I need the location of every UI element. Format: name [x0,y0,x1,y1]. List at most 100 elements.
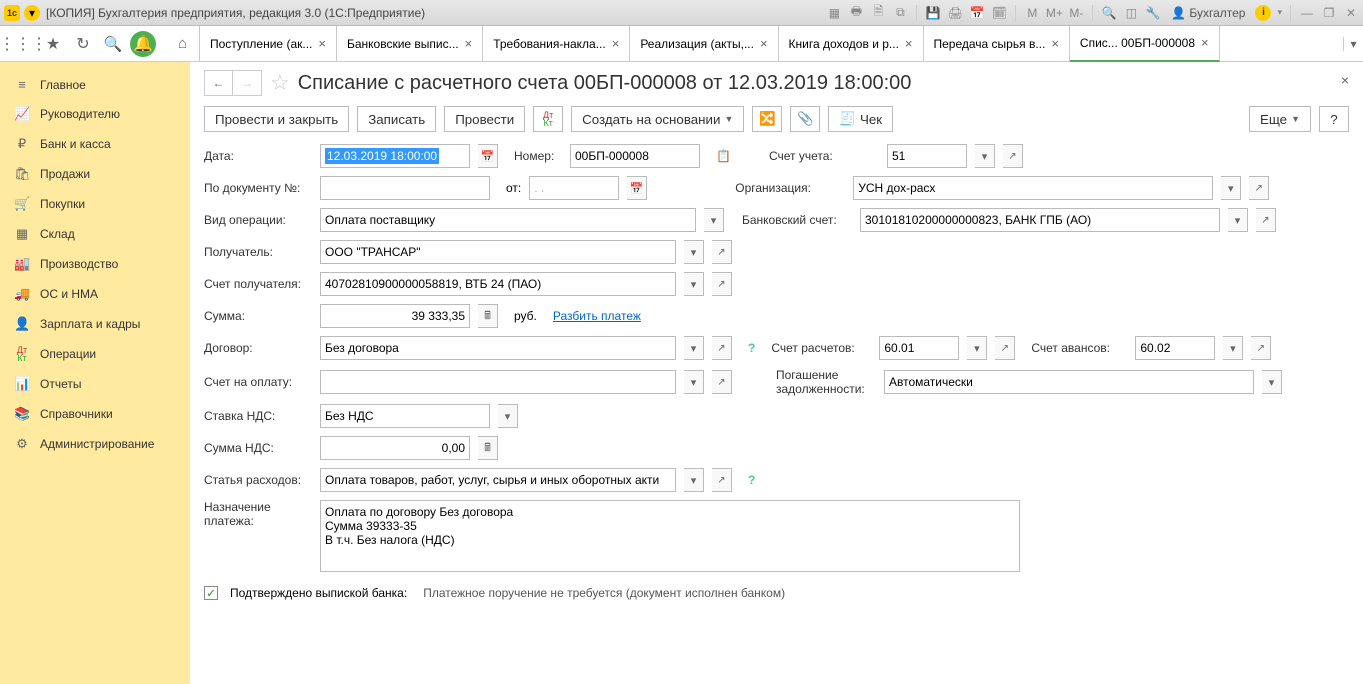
save-disk-icon[interactable]: 💾 [925,5,941,21]
open-icon[interactable]: ↗ [712,336,732,360]
close-window-icon[interactable]: ✕ [1343,5,1359,21]
close-tab-icon[interactable]: × [318,36,326,51]
sidebar-item-bank[interactable]: ₽Банк и касса [0,129,190,159]
sidebar-item-salary[interactable]: 👤Зарплата и кадры [0,309,190,339]
tab-2[interactable]: Требования-накла...× [483,26,630,62]
mplus-icon[interactable]: M+ [1046,5,1062,21]
help-icon[interactable]: ? [748,341,755,355]
tab-5[interactable]: Передача сырья в...× [924,26,1070,62]
open-icon[interactable]: ↗ [1251,336,1271,360]
close-tab-icon[interactable]: × [612,36,620,51]
dropdown-icon[interactable]: ▾ [704,208,724,232]
close-tab-icon[interactable]: × [1051,36,1059,51]
sidebar-item-sales[interactable]: 🛍Продажи [0,159,190,189]
help-button[interactable]: ? [1319,106,1349,132]
tab-6[interactable]: Спис... 00БП-000008× [1070,26,1220,62]
back-button[interactable]: ← [205,71,233,95]
sum-input[interactable] [320,304,470,328]
star-icon[interactable]: ☆ [270,70,290,96]
open-icon[interactable]: ↗ [1003,144,1023,168]
sidebar-item-assets[interactable]: 🚚ОС и НМА [0,279,190,309]
search-icon[interactable]: 🔍 [98,29,128,59]
tab-4[interactable]: Книга доходов и р...× [779,26,924,62]
vatsum-input[interactable] [320,436,470,460]
org-input[interactable] [853,176,1213,200]
panel-icon[interactable]: ◫ [1123,5,1139,21]
doc-icon[interactable]: 🗎 [870,5,886,21]
notifications-icon[interactable]: 🔔 [128,29,158,59]
dropdown-icon[interactable]: ▾ [684,240,704,264]
help-icon[interactable]: ? [748,473,755,487]
print2-icon[interactable]: 🖨 [947,5,963,21]
vatrate-input[interactable] [320,404,490,428]
apps-grid-icon[interactable]: ⋮⋮⋮ [8,29,38,59]
tool-icon[interactable]: 🔧 [1145,5,1161,21]
tab-1[interactable]: Банковские выпис...× [337,26,483,62]
dtkt-button[interactable]: ДтКт [533,106,563,132]
calendar-icon[interactable]: 📅 [969,5,985,21]
user-label[interactable]: 👤Бухгалтер [1167,6,1249,20]
post-button[interactable]: Провести [444,106,525,132]
calendar-picker-icon[interactable]: 📅 [627,176,647,200]
tab-0[interactable]: Поступление (ак...× [200,26,337,62]
close-tab-icon[interactable]: × [465,36,473,51]
bankacc-input[interactable] [860,208,1220,232]
calc-icon[interactable]: 🗓 [991,5,1007,21]
sidebar-item-reports[interactable]: 📊Отчеты [0,369,190,399]
split-payment-link[interactable]: Разбить платеж [553,309,641,323]
dropdown-icon[interactable]: ▾ [498,404,518,428]
structure-button[interactable]: 🔀 [752,106,782,132]
open-icon[interactable]: ↗ [995,336,1015,360]
recipient-input[interactable] [320,240,676,264]
number-input[interactable] [570,144,700,168]
zoom-icon[interactable]: 🔍 [1101,5,1117,21]
home-icon[interactable]: ⌂ [166,26,200,62]
sidebar-item-main[interactable]: ≡Главное [0,70,190,99]
dropdown-icon[interactable]: ▾ [1221,176,1241,200]
close-tab-icon[interactable]: × [1201,35,1209,50]
sidebar-item-warehouse[interactable]: ▦Склад [0,219,190,249]
app-menu-dropdown[interactable]: ▾ [24,5,40,21]
calculator-icon[interactable]: 🖩 [478,436,498,460]
mminus-icon[interactable]: M- [1068,5,1084,21]
maximize-icon[interactable]: ❐ [1321,5,1337,21]
favorite-star-icon[interactable]: ★ [38,29,68,59]
debt-input[interactable] [884,370,1254,394]
forward-button[interactable]: → [233,71,261,95]
open-icon[interactable]: ↗ [1256,208,1276,232]
calendar-picker-icon[interactable]: 📅 [478,144,498,168]
sidebar-item-manager[interactable]: 📈Руководителю [0,99,190,129]
dropdown-icon[interactable]: ▾ [967,336,987,360]
optype-input[interactable] [320,208,696,232]
docnum-input[interactable] [320,176,490,200]
sidebar-item-operations[interactable]: ДтКтОперации [0,339,190,369]
open-icon[interactable]: ↗ [712,370,732,394]
open-icon[interactable]: ↗ [1249,176,1269,200]
close-form-icon[interactable]: × [1341,72,1349,88]
check-button[interactable]: 🧾 Чек [828,106,893,132]
confirmed-checkbox[interactable]: ✓ [204,586,218,600]
dropdown-icon[interactable]: ▾ [1228,208,1248,232]
print-icon[interactable]: 🖶 [848,5,864,21]
date-input[interactable]: 12.03.2019 18:00:00 [320,144,470,168]
tabs-more-icon[interactable]: ▾ [1343,37,1363,51]
close-tab-icon[interactable]: × [760,36,768,51]
minimize-icon[interactable]: — [1299,5,1315,21]
docdate-input[interactable] [529,176,619,200]
dropdown-icon[interactable]: ▾ [684,272,704,296]
history-icon[interactable]: ↻ [68,29,98,59]
calculator-icon[interactable]: 🖩 [478,304,498,328]
invoice-input[interactable] [320,370,676,394]
expense-input[interactable] [320,468,676,492]
open-icon[interactable]: ↗ [712,272,732,296]
sidebar-item-purchases[interactable]: 🛒Покупки [0,189,190,219]
sidebar-item-catalogs[interactable]: 📚Справочники [0,399,190,429]
attach-button[interactable]: 📎 [790,106,820,132]
dropdown-icon[interactable]: ▾ [1223,336,1243,360]
dropdown-icon[interactable]: ▾ [975,144,995,168]
tab-3[interactable]: Реализация (акты,...× [630,26,778,62]
open-icon[interactable]: ↗ [712,240,732,264]
close-tab-icon[interactable]: × [905,36,913,51]
recacc-input[interactable] [320,272,676,296]
sidebar-item-production[interactable]: 🏭Производство [0,249,190,279]
